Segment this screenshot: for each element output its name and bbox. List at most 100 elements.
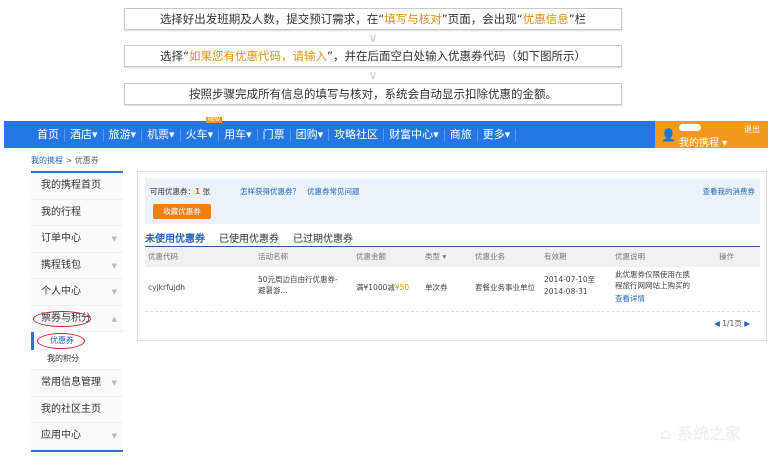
amount-value: ¥50 (394, 283, 410, 292)
step-highlight: 如果您有优惠代码，请输入 (189, 49, 327, 63)
my-ctrip-menu[interactable]: 👤 我的携程 ▾ 退出 (655, 121, 768, 149)
step-2: 选择“如果您有优惠代码，请输入”，并在后面空白处输入优惠券代码（如下图所示） (124, 45, 622, 67)
prev-page-icon[interactable]: ◀ (714, 319, 720, 328)
nav-travel[interactable]: 旅游▾ (104, 128, 143, 141)
caret-up-icon: ▲ (111, 314, 117, 323)
step-highlight: 填写与核对 (384, 12, 442, 26)
column-header: 操作 (719, 252, 734, 261)
chevron-down-icon: ∨ (368, 31, 378, 45)
new-badge: NEW (206, 117, 222, 123)
next-page-icon[interactable]: ▶ (744, 319, 750, 328)
step-text: 选择好出发班期及人数，提交预订需求，在“ (159, 12, 385, 26)
step-1: 选择好出发班期及人数，提交预订需求，在“填写与核对”页面，会出现“优惠信息”栏 (124, 8, 622, 30)
step-text: 选择“ (160, 49, 189, 63)
coupon-type: 单次券 (425, 283, 448, 292)
nav-train[interactable]: 火车▾ (181, 128, 220, 141)
coupon-panel: 可用优惠券：1 张 怎样获得优惠券？ 优惠券常见问题 查看我的消费券 收藏优惠券… (137, 171, 767, 341)
top-nav: 首页 酒店▾ 旅游▾ 机票▾ 火车▾ 用车▾ 门票 团购▾ 攻略社区 财富中心▾… (4, 117, 768, 149)
nav-car[interactable]: 用车▾ (219, 128, 258, 141)
sidebar-item-label: 我的社区主页 (41, 403, 101, 415)
column-header: 优惠说明 (615, 252, 645, 261)
view-detail-link[interactable]: 查看详情 (615, 294, 645, 305)
breadcrumb: 我的携程 > 优惠券 (31, 155, 99, 166)
step-highlight: 优惠信息 (522, 12, 569, 26)
tab-unused[interactable]: 未使用优惠券 (145, 230, 205, 245)
collect-coupon-button[interactable]: 收藏优惠券 (153, 204, 211, 219)
amount-condition: 满¥1000减 (356, 283, 395, 292)
sidebar-item-label: 我的行程 (41, 206, 81, 218)
caret-down-icon: ▼ (111, 432, 117, 440)
step-text: ”，并在后面空白处输入优惠券代码（如下图所示） (327, 49, 586, 63)
nav-business[interactable]: 商旅 (445, 128, 478, 141)
sidebar-item-apps[interactable]: 应用中心 ▼ (31, 423, 123, 450)
sidebar-item-wallet[interactable]: 携程钱包 ▼ (31, 252, 123, 279)
nav-flight[interactable]: 机票▾ (142, 128, 181, 141)
nav-wealth[interactable]: 财富中心▾ (384, 128, 445, 141)
caret-down-icon: ▼ (111, 261, 117, 270)
table-row: cyjkrfujdh 50元周边自由行优惠券-避暑游... 满¥1000减¥50… (145, 267, 760, 312)
nav-hotel[interactable]: 酒店▾ (65, 128, 104, 141)
sidebar-item-community[interactable]: 我的社区主页 (31, 396, 123, 423)
sidebar-item-coupons-points[interactable]: 票券与积分 ▲ (31, 305, 123, 332)
chevron-down-icon: ∨ (368, 68, 378, 82)
sidebar-item-label: 携程钱包 (41, 259, 81, 271)
page-indicator: 1/1页 (722, 319, 742, 328)
sidebar-item-label: 个人中心 (41, 286, 81, 297)
coupon-description: 此优惠券仅限使用在携程旅行网网站上购买的 (615, 270, 690, 290)
highlight-circle (33, 310, 91, 327)
sidebar-sub-label: 我的积分 (47, 354, 79, 363)
column-header: 有效期 (544, 252, 567, 261)
available-label: 可用优惠券： (150, 187, 195, 196)
valid-to: 2014-08-31 (544, 287, 588, 296)
column-header: 优惠业务 (475, 252, 505, 261)
coupon-business: 套餐业务事业单位 (475, 283, 535, 292)
available-count: 可用优惠券：1 张 (150, 186, 210, 197)
watermark-logo: ⌂ 系统之家 (660, 424, 742, 443)
sidebar-item-label: 我的携程首页 (41, 180, 101, 191)
tab-expired[interactable]: 已过期优惠券 (293, 230, 353, 245)
column-header: 优惠代码 (148, 252, 178, 261)
valid-from: 2014-07-10至 (544, 275, 596, 284)
breadcrumb-current: 优惠券 (74, 156, 99, 165)
nav-home[interactable]: 首页 (32, 128, 65, 141)
sidebar-item-info[interactable]: 常用信息管理 ▼ (31, 370, 123, 397)
pagination: ◀ 1/1页 ▶ (714, 318, 750, 329)
sidebar-sub-points[interactable]: 我的积分 (31, 350, 123, 370)
user-icon: 👤 (661, 128, 676, 142)
sidebar-sub-coupons[interactable]: 优惠券 (31, 332, 123, 350)
coupon-summary: 可用优惠券：1 张 怎样获得优惠券？ 优惠券常见问题 查看我的消费券 收藏优惠券 (145, 178, 760, 224)
nav-tickets[interactable]: 门票 (258, 128, 291, 141)
type-filter[interactable]: 类型 ▾ (425, 252, 446, 263)
caret-down-icon: ▼ (111, 235, 117, 243)
my-ctrip-label[interactable]: 我的携程 ▾ (679, 134, 727, 149)
sidebar-item-home[interactable]: 我的携程首页 (31, 173, 123, 200)
table-header: 优惠代码 活动名称 优惠金额 类型 ▾ 优惠业务 有效期 优惠说明 操作 (145, 246, 760, 267)
sidebar-item-personal[interactable]: 个人中心 ▼ (31, 279, 123, 306)
column-header: 优惠金额 (356, 252, 386, 261)
tab-used[interactable]: 已使用优惠券 (219, 230, 279, 245)
caret-down-icon: ▼ (111, 379, 117, 387)
view-vouchers-link[interactable]: 查看我的消费券 (703, 186, 756, 197)
nav-more[interactable]: 更多▾ (478, 128, 517, 141)
coupon-code: cyjkrfujdh (148, 283, 186, 292)
step-text: ”页面，会出现“ (441, 12, 523, 26)
sidebar: 我的携程首页 我的行程 订单中心 ▼ 携程钱包 ▼ 个人中心 ▼ 票券与积分 ▲ 优惠券… (31, 171, 123, 452)
faq-link[interactable]: 优惠券常见问题 (307, 186, 360, 197)
how-to-get-link[interactable]: 怎样获得优惠券？ (240, 186, 300, 197)
highlight-circle (37, 333, 85, 349)
column-header: 活动名称 (258, 252, 288, 261)
available-unit: 张 (202, 187, 211, 196)
sidebar-item-trips[interactable]: 我的行程 (31, 199, 123, 226)
sidebar-item-label: 常用信息管理 (41, 377, 101, 388)
logout-link[interactable]: 退出 (744, 124, 760, 135)
coupon-amount: 满¥1000减¥50 (356, 283, 409, 294)
coupon-tabs: 未使用优惠券 已使用优惠券 已过期优惠券 (145, 230, 353, 245)
breadcrumb-home[interactable]: 我的携程 (31, 156, 63, 165)
sidebar-item-orders[interactable]: 订单中心 ▼ (31, 226, 123, 253)
nav-community[interactable]: 攻略社区 (329, 128, 385, 141)
breadcrumb-sep: > (63, 156, 75, 165)
nav-group[interactable]: 团购▾ (291, 128, 330, 141)
username-blurred (679, 124, 701, 131)
step-text: ”栏 (568, 12, 587, 26)
activity-name: 50元周边自由行优惠券-避暑游... (258, 275, 338, 295)
